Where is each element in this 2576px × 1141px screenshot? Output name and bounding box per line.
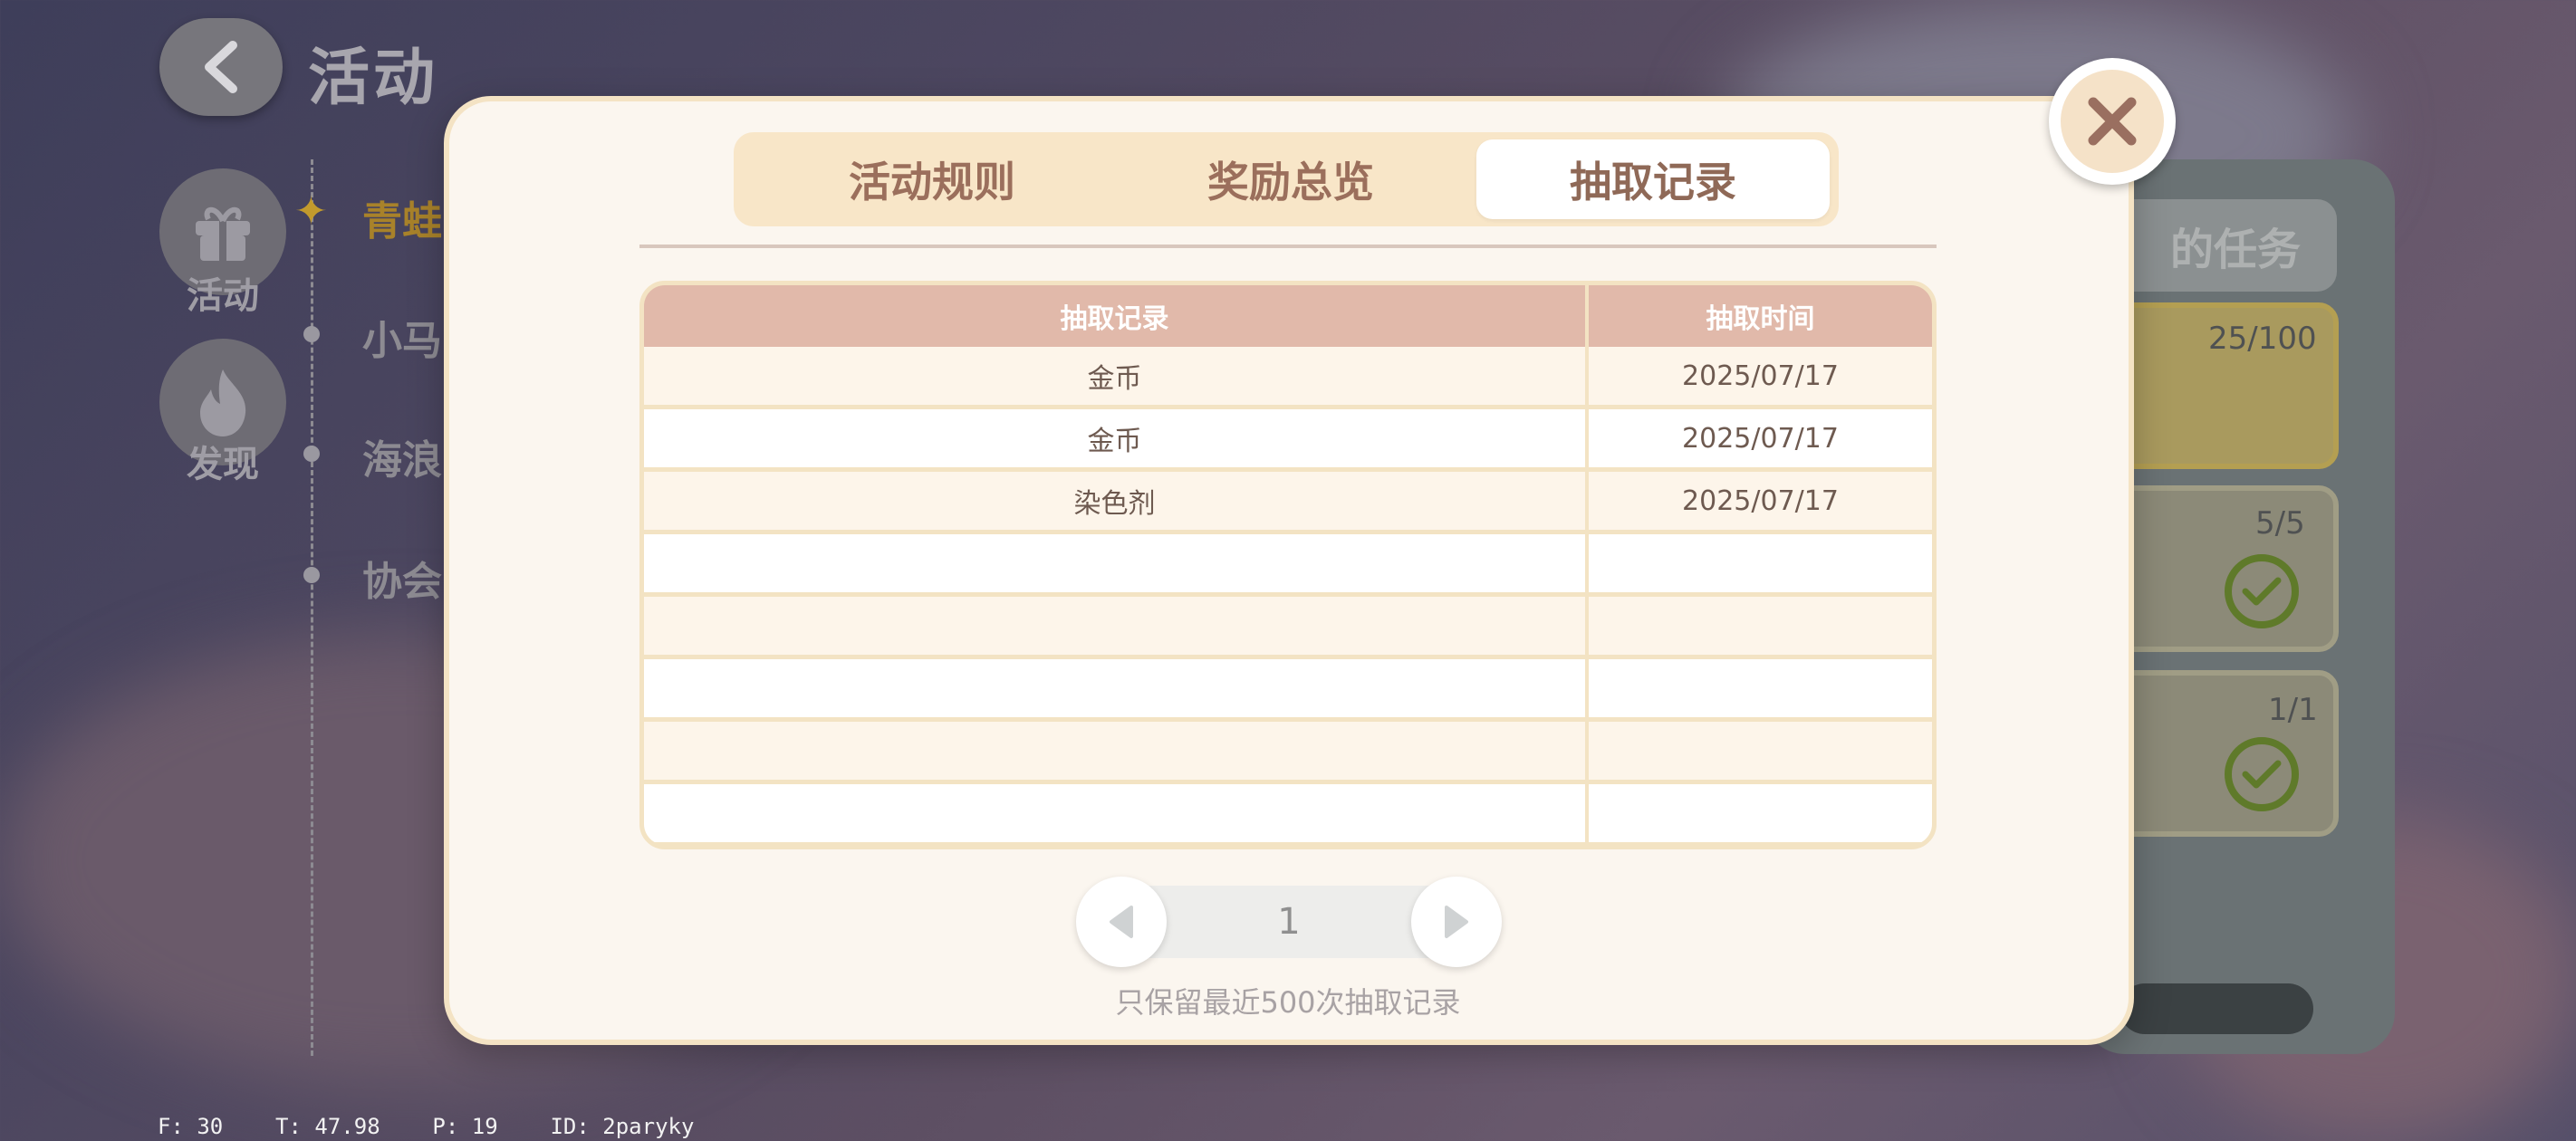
next-page-button[interactable] xyxy=(1411,877,1502,967)
prev-page-button[interactable] xyxy=(1076,877,1167,967)
back-button[interactable] xyxy=(159,18,283,116)
table-row xyxy=(644,722,1932,780)
timeline-line xyxy=(311,159,313,1056)
time-cell: 2025/07/17 xyxy=(1682,360,1839,392)
retention-note: 只保留最近500次抽取记录 xyxy=(1115,985,1461,1020)
time-cell xyxy=(1589,534,1932,592)
triangle-right-icon xyxy=(1445,906,1468,938)
task-panel-bar xyxy=(2119,983,2313,1034)
record-cell xyxy=(644,659,1589,717)
table-row: 金币 2025/07/17 xyxy=(644,409,1932,467)
pagination: 1 xyxy=(1076,877,1502,967)
star-icon: ✦ xyxy=(294,188,328,235)
table-header: 抽取记录 抽取时间 xyxy=(644,285,1932,347)
activity-side-label: 活动 xyxy=(187,275,259,317)
column-header-record: 抽取记录 xyxy=(644,285,1589,347)
record-cell: 金币 xyxy=(644,347,1589,405)
record-cell xyxy=(644,534,1589,592)
timeline-item[interactable]: 协会 xyxy=(362,549,442,607)
time-cell xyxy=(1589,659,1932,717)
table-row: 金币 2025/07/17 xyxy=(644,347,1932,405)
timeline-dot xyxy=(303,567,320,583)
task-progress: 5/5 xyxy=(2255,505,2305,542)
record-cell: 金币 xyxy=(644,409,1589,467)
timeline-item-active[interactable]: 青蛙 xyxy=(362,188,442,246)
table-row xyxy=(644,597,1932,655)
time-cell: 2025/07/17 xyxy=(1682,484,1839,517)
discover-side-label: 发现 xyxy=(187,444,259,485)
tab-rules[interactable]: 活动规则 xyxy=(755,132,1109,226)
table-row xyxy=(644,659,1932,717)
record-cell xyxy=(644,597,1589,655)
time-cell xyxy=(1589,722,1932,780)
time-cell xyxy=(1589,784,1932,842)
flame-icon xyxy=(200,369,246,436)
task-progress: 25/100 xyxy=(2208,321,2317,357)
check-icon xyxy=(2225,554,2299,628)
check-icon xyxy=(2225,737,2299,811)
table-row xyxy=(644,784,1932,842)
tab-draw-records[interactable]: 抽取记录 xyxy=(1476,139,1830,219)
column-header-time: 抽取时间 xyxy=(1706,303,1815,335)
debug-overlay: F: 30 T: 47.98 P: 19 ID: 2paryky xyxy=(158,1114,695,1139)
gift-icon xyxy=(196,206,250,261)
timeline-item[interactable]: 海浪 xyxy=(362,427,442,485)
record-cell: 染色剂 xyxy=(644,472,1589,530)
timeline-dot xyxy=(303,446,320,462)
timeline-dot xyxy=(303,326,320,342)
task-progress: 1/1 xyxy=(2268,692,2318,728)
draw-record-table: 抽取记录 抽取时间 金币 2025/07/17 金币 2025/07/17 染色… xyxy=(639,281,1937,849)
current-page: 1 xyxy=(1277,901,1301,943)
tab-rewards-overview[interactable]: 奖励总览 xyxy=(1114,132,1467,226)
table-row xyxy=(644,534,1932,592)
divider xyxy=(639,244,1937,248)
chevron-left-icon xyxy=(205,41,237,93)
record-cell xyxy=(644,784,1589,842)
triangle-left-icon xyxy=(1110,906,1133,938)
table-row: 染色剂 2025/07/17 xyxy=(644,472,1932,530)
page-title: 活动 xyxy=(308,43,439,114)
tab-bar: 活动规则 奖励总览 抽取记录 xyxy=(734,132,1839,226)
time-cell: 2025/07/17 xyxy=(1682,422,1839,455)
task-panel-header: 的任务 xyxy=(2101,199,2337,292)
close-icon xyxy=(2061,70,2164,173)
timeline-item[interactable]: 小马 xyxy=(362,308,442,366)
time-cell xyxy=(1589,597,1932,655)
record-cell xyxy=(644,722,1589,780)
close-button[interactable] xyxy=(2049,58,2176,185)
